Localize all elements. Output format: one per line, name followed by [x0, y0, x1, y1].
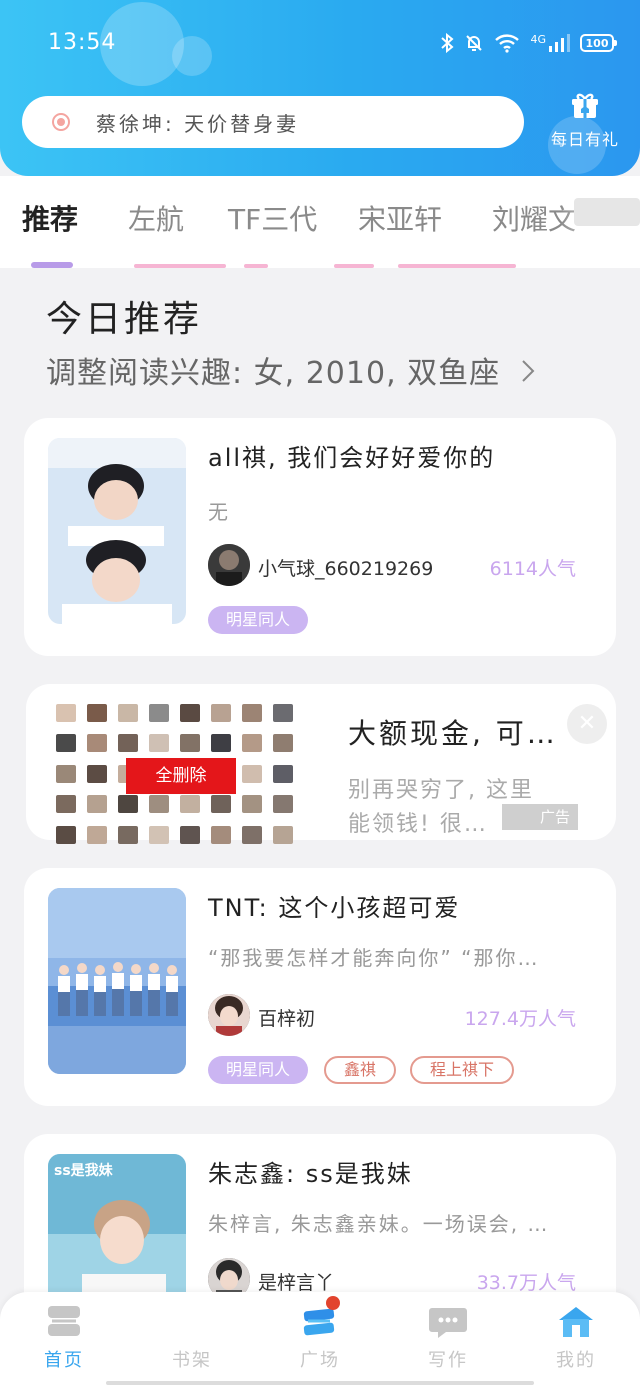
ad-title: 大额现金, 可…	[348, 717, 558, 750]
reading-interest-link[interactable]: 调整阅读兴趣: 女, 2010, 双鱼座	[46, 348, 535, 392]
nav-profile[interactable]: 我的	[536, 1304, 616, 1372]
cover-title: ss是我妹	[54, 1163, 113, 1179]
daily-gift-label: 每日有礼	[550, 130, 619, 149]
status-icons: 4G 100	[440, 30, 617, 56]
ad-label-badge: 广告	[502, 804, 578, 830]
tab-tf3[interactable]: TF三代	[228, 198, 317, 238]
tag-label[interactable]: 鑫祺	[324, 1056, 397, 1084]
nav-bookshelf[interactable]: 书架	[152, 1304, 232, 1372]
section-title: 今日推荐	[46, 299, 203, 340]
decor-dash	[244, 264, 268, 268]
daily-gift-button[interactable]: 每日有礼	[540, 92, 630, 150]
home-indicator	[106, 1381, 534, 1385]
book-card[interactable]: TNT: 这个小孩超可爱 “那我要怎样才能奔向你” “那你… 百梓初 127.4…	[24, 868, 616, 1106]
bluetooth-icon	[441, 33, 455, 53]
network-type: 4G	[530, 32, 546, 46]
reading-interest-text: 调整阅读兴趣: 女, 2010, 双鱼座	[46, 356, 501, 391]
ad-card[interactable]: 全删除 大额现金, 可… 别再哭穷了, 这里能领钱! 很… ✕ 广告	[26, 684, 616, 844]
nav-plaza[interactable]: 广场	[280, 1296, 360, 1372]
nav-home[interactable]: 首页	[24, 1304, 104, 1372]
book-title: all祺, 我们会好好爱你的	[208, 444, 496, 472]
delete-all-badge: 全删除	[126, 758, 236, 794]
wifi-icon	[495, 34, 520, 53]
author-name: 是梓言丫	[258, 1272, 335, 1294]
bottom-nav: 首页 书架 广场 写作 我的	[0, 1292, 640, 1387]
popularity-count: 6114人气	[489, 558, 576, 580]
battery-icon: 100	[580, 34, 617, 52]
avatar	[208, 544, 250, 586]
battery-level: 100	[585, 36, 609, 50]
decor-dash	[334, 264, 374, 268]
author-name: 小气球_660219269	[258, 558, 434, 580]
decor-dash	[134, 264, 226, 268]
popularity-count: 33.7万人气	[476, 1272, 576, 1294]
book-description: “那我要怎样才能奔向你” “那你…	[208, 946, 540, 970]
mute-icon	[466, 35, 483, 51]
tabs-fade-overlay	[560, 190, 640, 250]
nav-write[interactable]: 写作	[408, 1304, 488, 1372]
chat-bubble-icon	[429, 1308, 467, 1338]
book-title: 朱志鑫: ss是我妹	[208, 1160, 413, 1188]
nav-label: 书架	[172, 1350, 212, 1371]
book-description: 朱梓言, 朱志鑫亲妹。一场误会, …	[208, 1212, 550, 1236]
search-icon	[52, 113, 70, 131]
nav-label: 广场	[300, 1350, 340, 1371]
nav-label: 写作	[428, 1350, 468, 1371]
search-bar[interactable]: 蔡徐坤: 天价替身妻	[22, 96, 524, 148]
gift-icon	[572, 93, 598, 118]
home-stack-icon	[48, 1306, 80, 1336]
decor-bubble	[172, 36, 212, 76]
nav-label: 我的	[556, 1350, 596, 1371]
book-description: 无	[208, 500, 230, 524]
status-time: 13:54	[48, 30, 117, 55]
search-suggestion: 蔡徐坤: 天价替身妻	[96, 111, 300, 136]
decor-dash	[398, 264, 516, 268]
tab-recommend[interactable]: 推荐	[22, 198, 78, 238]
author-name: 百梓初	[258, 1008, 316, 1030]
book-cover	[48, 888, 186, 1074]
tag-label[interactable]: 明星同人	[208, 1056, 309, 1084]
chevron-right-icon	[521, 356, 535, 391]
avatar	[208, 994, 250, 1036]
tab-songyaxuan[interactable]: 宋亚轩	[358, 198, 442, 238]
popularity-count: 127.4万人气	[464, 1008, 576, 1030]
signal-icon	[549, 34, 570, 52]
top-header: 13:54 4G 100 蔡徐坤: 天价替身妻 每日有礼	[0, 0, 640, 176]
notification-dot	[326, 1296, 340, 1310]
close-icon[interactable]: ✕	[567, 704, 607, 744]
book-cover	[48, 438, 186, 624]
book-card[interactable]: all祺, 我们会好好爱你的 无 小气球_660219269 6114人气 明星…	[24, 418, 616, 656]
active-tab-indicator	[31, 262, 73, 268]
bookshelf-icon	[172, 1304, 212, 1340]
tag-label[interactable]: 明星同人	[208, 606, 309, 634]
category-tabs: 推荐 左航 TF三代 宋亚轩 刘耀文	[0, 176, 640, 268]
tab-zuohang[interactable]: 左航	[128, 198, 184, 238]
tag-label[interactable]: 程上祺下	[410, 1056, 515, 1084]
house-icon	[559, 1307, 593, 1337]
nav-label: 首页	[44, 1350, 84, 1371]
book-title: TNT: 这个小孩超可爱	[208, 894, 461, 922]
